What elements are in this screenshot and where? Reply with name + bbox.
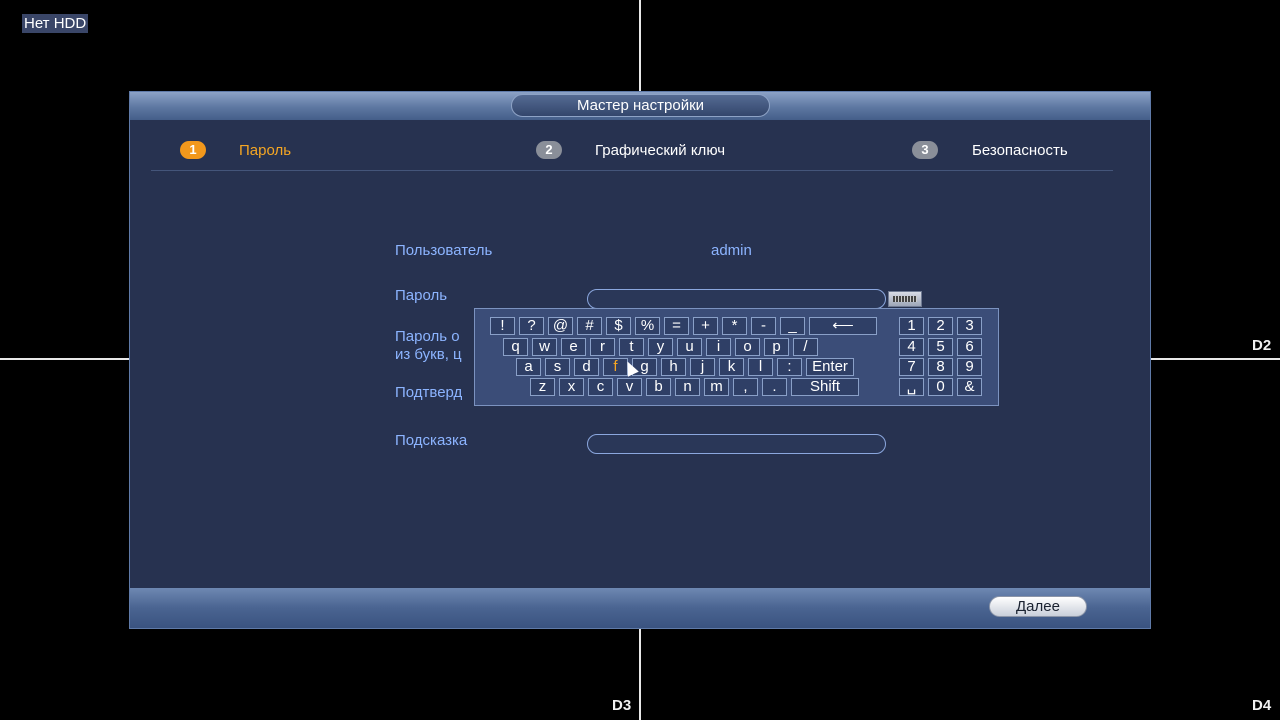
user-value: admin	[711, 242, 752, 259]
key-:[interactable]: :	[777, 358, 802, 376]
key-?[interactable]: ?	[519, 317, 544, 335]
key-*[interactable]: *	[722, 317, 747, 335]
key-w[interactable]: w	[532, 338, 557, 356]
key-d[interactable]: d	[574, 358, 599, 376]
key-h[interactable]: h	[661, 358, 686, 376]
key-space[interactable]: ␣	[899, 378, 924, 396]
keyboard-numpad-row: 123	[899, 317, 986, 335]
hdd-status: Нет HDD	[22, 14, 89, 33]
key-0[interactable]: 0	[928, 378, 953, 396]
key-o[interactable]: o	[735, 338, 760, 356]
key-3[interactable]: 3	[957, 317, 982, 335]
key-s[interactable]: s	[545, 358, 570, 376]
password-input[interactable]	[587, 289, 886, 309]
keyboard-numpad-row: 456	[899, 338, 986, 356]
key-,[interactable]: ,	[733, 378, 758, 396]
key-a[interactable]: a	[516, 358, 541, 376]
key-t[interactable]: t	[619, 338, 644, 356]
key-_[interactable]: _	[780, 317, 805, 335]
key-@[interactable]: @	[548, 317, 573, 335]
key-v[interactable]: v	[617, 378, 642, 396]
key-j[interactable]: j	[690, 358, 715, 376]
step-label: Безопасность	[972, 141, 1068, 159]
user-label: Пользователь	[395, 242, 493, 259]
step-label: Пароль	[239, 141, 292, 159]
password-label: Пароль	[395, 287, 448, 304]
confirm-password-label: Подтверд	[395, 384, 463, 401]
key-u[interactable]: u	[677, 338, 702, 356]
key-1[interactable]: 1	[899, 317, 924, 335]
step-pattern: 2 Графический ключ	[536, 141, 725, 159]
key-2[interactable]: 2	[928, 317, 953, 335]
key-q[interactable]: q	[503, 338, 528, 356]
key-5[interactable]: 5	[928, 338, 953, 356]
camera-label-d4: D4	[1252, 697, 1272, 714]
camera-label-d3: D3	[612, 697, 632, 714]
hint-input[interactable]	[587, 434, 886, 454]
key-l[interactable]: l	[748, 358, 773, 376]
password-rule-text-line1: Пароль о	[395, 328, 460, 345]
keyboard-icon	[893, 296, 917, 302]
keyboard-numpad-row: ␣ 0 &	[899, 378, 986, 396]
step-number: 1	[180, 141, 206, 159]
key-/[interactable]: /	[793, 338, 818, 356]
key-=[interactable]: =	[664, 317, 689, 335]
key-.[interactable]: .	[762, 378, 787, 396]
step-password: 1 Пароль	[180, 141, 291, 159]
key-backspace[interactable]: ⟵	[809, 317, 877, 335]
key-+[interactable]: +	[693, 317, 718, 335]
key-b[interactable]: b	[646, 378, 671, 396]
keyboard-row-zxcv: z x c v b n m,. Shift	[530, 378, 863, 396]
key-m[interactable]: m	[704, 378, 729, 396]
dialog-footer: Далее	[130, 588, 1150, 628]
key-Enter[interactable]: Enter	[806, 358, 854, 376]
key-c[interactable]: c	[588, 378, 613, 396]
key-n[interactable]: n	[675, 378, 700, 396]
next-button[interactable]: Далее	[989, 596, 1087, 617]
key-z[interactable]: z	[530, 378, 555, 396]
key-%[interactable]: %	[635, 317, 660, 335]
key-Shift[interactable]: Shift	[791, 378, 859, 396]
key-4[interactable]: 4	[899, 338, 924, 356]
step-number: 3	[912, 141, 938, 159]
key-&[interactable]: &	[957, 378, 982, 396]
virtual-keyboard: !? @ # $% = + * - _ ⟵ q w e r t y u i o p / a s d f g h j k l: Enter…	[474, 308, 999, 406]
keyboard-row-symbols: !? @ # $% = + * - _ ⟵	[490, 317, 881, 335]
key-x[interactable]: x	[559, 378, 584, 396]
key-6[interactable]: 6	[957, 338, 982, 356]
dialog-title: Мастер настройки	[511, 94, 770, 117]
key-#[interactable]: #	[577, 317, 602, 335]
password-rule-text-line2: из букв, ц	[395, 346, 462, 363]
key-7[interactable]: 7	[899, 358, 924, 376]
key-![interactable]: !	[490, 317, 515, 335]
step-security: 3 Безопасность	[912, 141, 1068, 159]
keyboard-row-qwerty: q w e r t y u i o p /	[503, 338, 822, 356]
steps-divider	[151, 170, 1113, 171]
keyboard-toggle-button[interactable]	[888, 291, 922, 307]
key-i[interactable]: i	[706, 338, 731, 356]
key-e[interactable]: e	[561, 338, 586, 356]
step-label: Графический ключ	[595, 141, 726, 159]
hint-label: Подсказка	[395, 432, 468, 449]
keyboard-numpad-row: 789	[899, 358, 986, 376]
key-p[interactable]: p	[764, 338, 789, 356]
camera-label-d2: D2	[1252, 337, 1272, 354]
key-k[interactable]: k	[719, 358, 744, 376]
keyboard-row-asdf: a s d f g h j k l: Enter	[516, 358, 858, 376]
key--[interactable]: -	[751, 317, 776, 335]
key-8[interactable]: 8	[928, 358, 953, 376]
key-9[interactable]: 9	[957, 358, 982, 376]
key-$[interactable]: $	[606, 317, 631, 335]
key-y[interactable]: y	[648, 338, 673, 356]
key-r[interactable]: r	[590, 338, 615, 356]
step-number: 2	[536, 141, 562, 159]
dialog-titlebar: Мастер настройки	[130, 92, 1150, 120]
